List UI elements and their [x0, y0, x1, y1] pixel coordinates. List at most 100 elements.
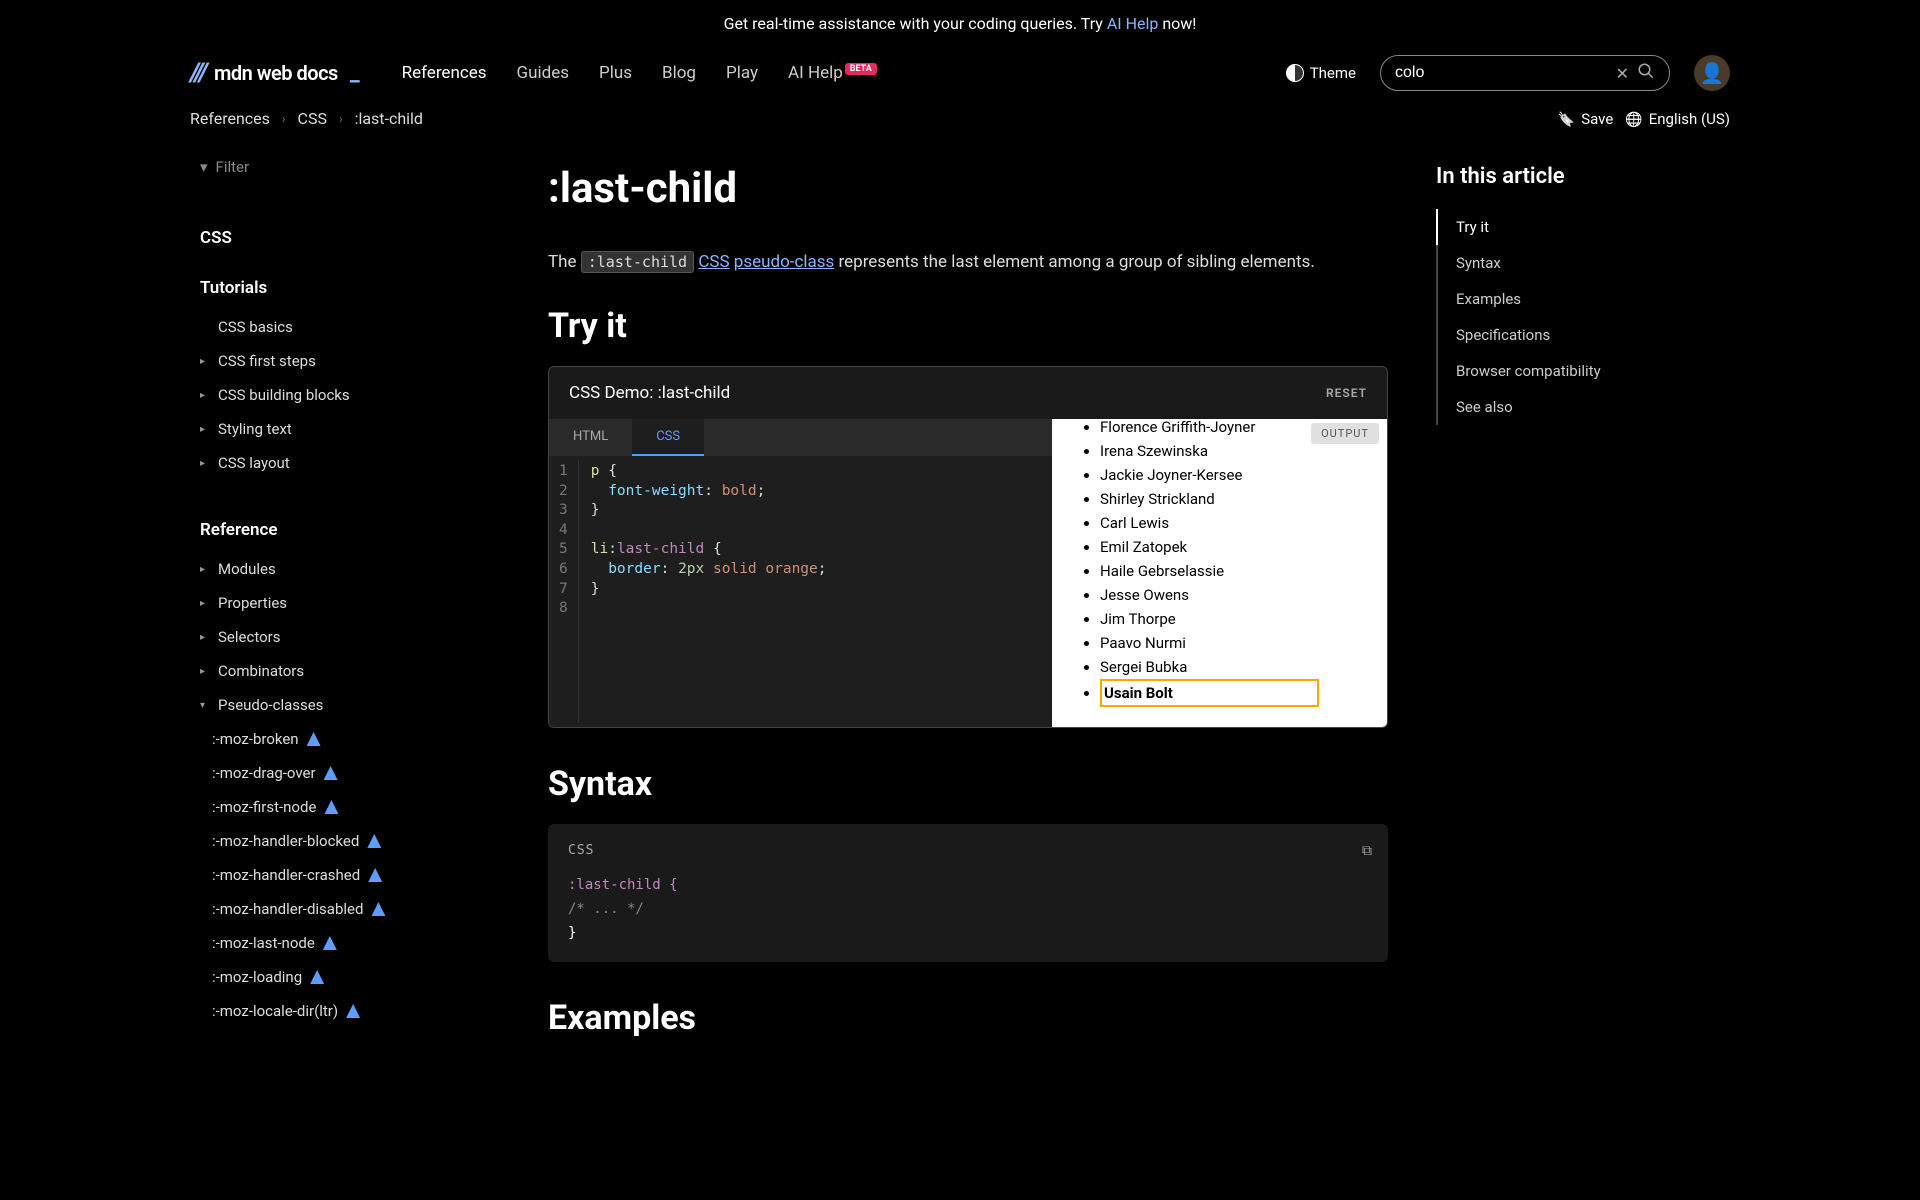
- top-banner: Get real-time assistance with your codin…: [0, 0, 1920, 47]
- sidebar-tutorials-title: Tutorials: [200, 278, 500, 298]
- banner-prefix: Get real-time assistance with your codin…: [724, 14, 1107, 33]
- caret-down-icon: ▾: [200, 700, 210, 711]
- reset-button[interactable]: RESET: [1326, 386, 1367, 400]
- list-item: Carl Lewis: [1100, 511, 1379, 535]
- sidebar-subitem[interactable]: :-moz-last-node: [190, 926, 500, 960]
- header: /// mdn web docs _ References Guides Plu…: [0, 47, 1920, 97]
- sidebar-item-first-steps[interactable]: ▸CSS first steps: [190, 344, 500, 378]
- caret-icon: ▸: [200, 356, 210, 367]
- sidebar-item-selectors[interactable]: ▸Selectors: [190, 620, 500, 654]
- tab-css[interactable]: CSS: [632, 419, 704, 456]
- list-item: Sergei Bubka: [1100, 655, 1379, 679]
- tab-html[interactable]: HTML: [549, 419, 632, 456]
- caret-icon: ▸: [200, 390, 210, 401]
- sidebar-subitem[interactable]: :-moz-handler-blocked: [190, 824, 500, 858]
- search-input[interactable]: [1395, 64, 1608, 82]
- bookmark-icon: [1558, 110, 1575, 128]
- caret-icon: ▸: [200, 424, 210, 435]
- sidebar-subitem[interactable]: :-moz-handler-crashed: [190, 858, 500, 892]
- search-icon[interactable]: [1637, 62, 1655, 84]
- beta-badge: BETA: [845, 63, 877, 75]
- list-item: Shirley Strickland: [1100, 487, 1379, 511]
- sidebar-item-css-basics[interactable]: CSS basics: [190, 310, 500, 344]
- warning-icon: [310, 970, 324, 984]
- copy-icon[interactable]: ⧉: [1362, 840, 1372, 864]
- list-item: Emil Zatopek: [1100, 535, 1379, 559]
- warning-icon: [323, 936, 337, 950]
- logo[interactable]: /// mdn web docs _: [190, 58, 360, 88]
- nav-aihelp[interactable]: AI HelpBETA: [788, 63, 877, 83]
- list-item: Jesse Owens: [1100, 583, 1379, 607]
- toc-item-browser-compat[interactable]: Browser compatibility: [1436, 353, 1696, 389]
- toc-item-examples[interactable]: Examples: [1436, 281, 1696, 317]
- crumb-references[interactable]: References: [190, 109, 270, 128]
- save-button[interactable]: Save: [1558, 110, 1614, 128]
- sidebar-item-pseudo-classes[interactable]: ▾Pseudo-classes: [190, 688, 500, 722]
- logo-underscore: _: [350, 61, 360, 86]
- sidebar-subitem[interactable]: :-moz-broken: [190, 722, 500, 756]
- search-box: ✕: [1380, 55, 1670, 91]
- toc-item-syntax[interactable]: Syntax: [1436, 245, 1696, 281]
- demo-box: CSS Demo: :last-child RESET HTML CSS 123…: [548, 366, 1388, 728]
- caret-icon: ▸: [200, 666, 210, 677]
- sidebar-reference-title: Reference: [200, 520, 500, 540]
- filter-icon: ▾: [200, 158, 208, 176]
- sidebar-item-properties[interactable]: ▸Properties: [190, 586, 500, 620]
- code-editor[interactable]: 12345678 p { font-weight: bold; } li:las…: [549, 456, 1052, 726]
- demo-body: HTML CSS 12345678 p { font-weight: bold;…: [549, 419, 1387, 727]
- language-button[interactable]: English (US): [1625, 110, 1730, 128]
- editor-tabs: HTML CSS: [549, 419, 1052, 456]
- globe-icon: [1625, 110, 1642, 128]
- warning-icon: [368, 868, 382, 882]
- link-css[interactable]: CSS: [698, 252, 729, 272]
- logo-text: mdn web docs: [214, 61, 338, 85]
- sidebar-subitem[interactable]: :-moz-locale-dir(ltr): [190, 994, 500, 1028]
- output-list: Florence Griffith-Joyner Irena Szewinska…: [1072, 419, 1379, 707]
- nav-blog[interactable]: Blog: [662, 63, 696, 83]
- crumb-css[interactable]: CSS: [298, 109, 327, 128]
- sidebar-subitem[interactable]: :-moz-loading: [190, 960, 500, 994]
- nav-guides[interactable]: Guides: [517, 63, 569, 83]
- crumb-page[interactable]: :last-child: [355, 109, 423, 128]
- sidebar-item-building-blocks[interactable]: ▸CSS building blocks: [190, 378, 500, 412]
- warning-icon: [367, 834, 381, 848]
- syntax-label: CSS: [568, 840, 1368, 862]
- link-pseudo-class[interactable]: pseudo-class: [734, 252, 835, 272]
- nav-plus[interactable]: Plus: [599, 63, 632, 83]
- nav-play[interactable]: Play: [726, 63, 758, 83]
- inline-code: :last-child: [581, 251, 694, 273]
- theme-toggle[interactable]: Theme: [1286, 64, 1356, 82]
- toc-item-tryit[interactable]: Try it: [1436, 209, 1696, 245]
- toc-item-see-also[interactable]: See also: [1436, 389, 1696, 425]
- sidebar-css-title[interactable]: CSS: [200, 228, 500, 248]
- heading-syntax: Syntax: [548, 764, 1388, 804]
- sidebar-item-css-layout[interactable]: ▸CSS layout: [190, 446, 500, 480]
- warning-icon: [324, 800, 338, 814]
- save-label: Save: [1581, 110, 1613, 128]
- crumb-sep-icon: ›: [339, 112, 343, 126]
- warning-icon: [324, 766, 338, 780]
- sidebar-item-modules[interactable]: ▸Modules: [190, 552, 500, 586]
- sidebar-subitem[interactable]: :-moz-handler-disabled: [190, 892, 500, 926]
- theme-label: Theme: [1310, 64, 1356, 82]
- editor-panel: HTML CSS 12345678 p { font-weight: bold;…: [549, 419, 1052, 727]
- list-item: Haile Gebrselassie: [1100, 559, 1379, 583]
- description: The :last-child CSS pseudo-class represe…: [548, 249, 1388, 276]
- list-item: Paavo Nurmi: [1100, 631, 1379, 655]
- warning-icon: [307, 732, 321, 746]
- heading-tryit: Try it: [548, 306, 1388, 346]
- filter-placeholder: Filter: [216, 158, 250, 176]
- avatar[interactable]: 👤: [1694, 55, 1730, 91]
- toc-list: Try it Syntax Examples Specifications Br…: [1436, 209, 1696, 425]
- banner-link[interactable]: AI Help: [1107, 14, 1159, 33]
- filter-box[interactable]: ▾ Filter: [190, 152, 500, 182]
- language-label: English (US): [1649, 110, 1730, 128]
- sidebar-subitem[interactable]: :-moz-first-node: [190, 790, 500, 824]
- toc-item-specifications[interactable]: Specifications: [1436, 317, 1696, 353]
- clear-icon[interactable]: ✕: [1616, 64, 1629, 83]
- sidebar-item-styling-text[interactable]: ▸Styling text: [190, 412, 500, 446]
- sidebar-subitem[interactable]: :-moz-drag-over: [190, 756, 500, 790]
- nav-references[interactable]: References: [402, 63, 487, 83]
- sidebar-item-combinators[interactable]: ▸Combinators: [190, 654, 500, 688]
- line-numbers: 12345678: [549, 460, 579, 722]
